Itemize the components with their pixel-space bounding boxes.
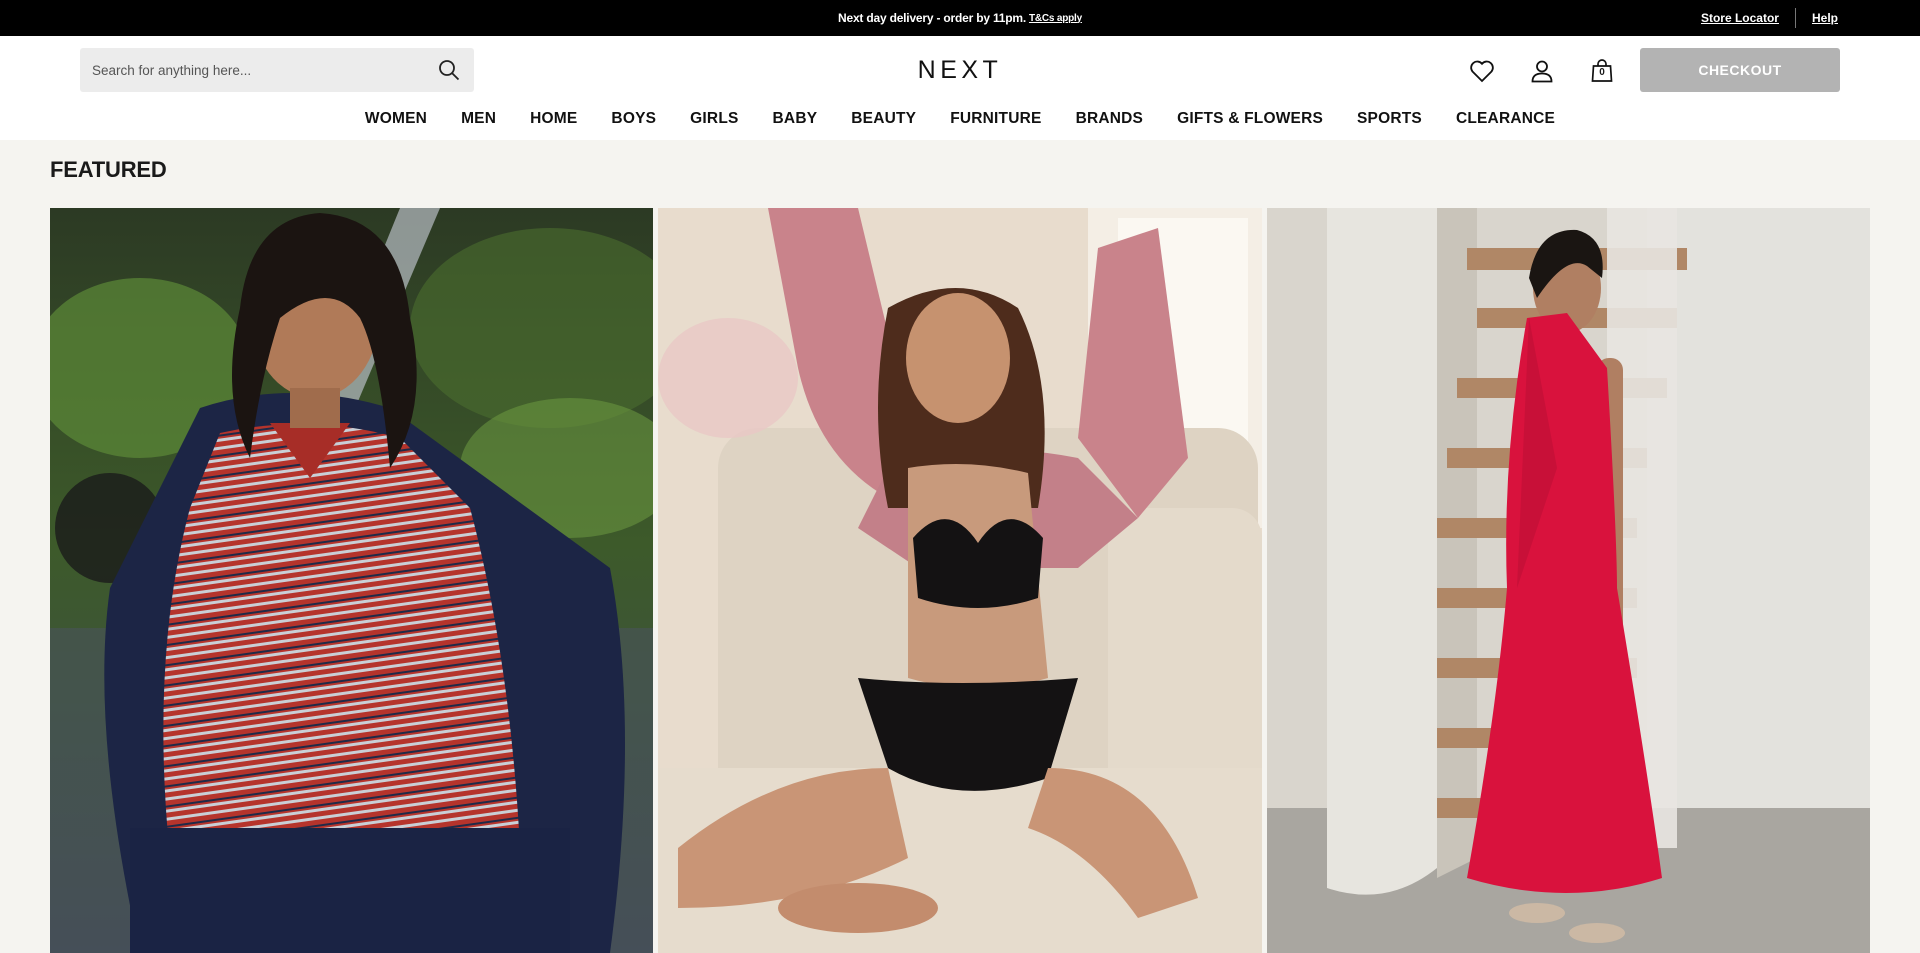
promo-divider (1794, 8, 1796, 28)
nav-item-women[interactable]: WOMEN (348, 106, 444, 132)
main-nav: WOMEN MEN HOME BOYS GIRLS BABY BEAUTY FURNITURE… (0, 106, 1920, 132)
nav-item-brands[interactable]: BRANDS (1059, 106, 1161, 132)
featured-tile-striped-polo[interactable] (50, 208, 653, 953)
nav-item-men[interactable]: MEN (444, 106, 513, 132)
nav-item-home[interactable]: HOME (513, 106, 594, 132)
featured-image-red-dress (1267, 208, 1870, 953)
promo-bar: Next day delivery - order by 11pm. T&Cs … (0, 0, 1920, 36)
heart-icon[interactable] (1467, 56, 1497, 86)
help-link[interactable]: Help (1812, 11, 1838, 25)
nav-item-clearance[interactable]: CLEARANCE (1439, 106, 1572, 132)
featured-image-striped-polo (50, 208, 653, 953)
promo-links: Store Locator Help (1701, 0, 1838, 36)
checkout-button[interactable]: CHECKOUT (1640, 48, 1840, 92)
bag-count: 0 (1599, 67, 1605, 78)
nav-item-girls[interactable]: GIRLS (673, 106, 755, 132)
nav-item-gifts-and-flowers[interactable]: GIFTS & FLOWERS (1160, 106, 1340, 132)
bag-icon[interactable]: 0 (1587, 56, 1617, 86)
nav-item-beauty[interactable]: BEAUTY (834, 106, 933, 132)
promo-message: Next day delivery - order by 11pm. (838, 11, 1026, 25)
nav-item-boys[interactable]: BOYS (594, 106, 673, 132)
store-locator-link[interactable]: Store Locator (1701, 11, 1779, 25)
nav-item-sports[interactable]: SPORTS (1340, 106, 1439, 132)
site-logo[interactable]: NEXT (0, 56, 1920, 85)
promo-message-area: Next day delivery - order by 11pm. T&Cs … (0, 0, 1920, 36)
featured-image-lingerie (658, 208, 1262, 953)
nav-item-baby[interactable]: BABY (756, 106, 835, 132)
featured-tile-red-dress[interactable] (1267, 208, 1870, 953)
account-icon[interactable] (1527, 56, 1557, 86)
nav-item-furniture[interactable]: FURNITURE (933, 106, 1058, 132)
featured-tile-lingerie[interactable] (658, 208, 1262, 953)
featured-heading: FEATURED (50, 157, 167, 182)
terms-link[interactable]: T&Cs apply (1029, 13, 1082, 24)
site-header: NEXT 0 CHECKOUT WOMENMENHOMEBOYSGIRLSBAB… (0, 36, 1920, 140)
